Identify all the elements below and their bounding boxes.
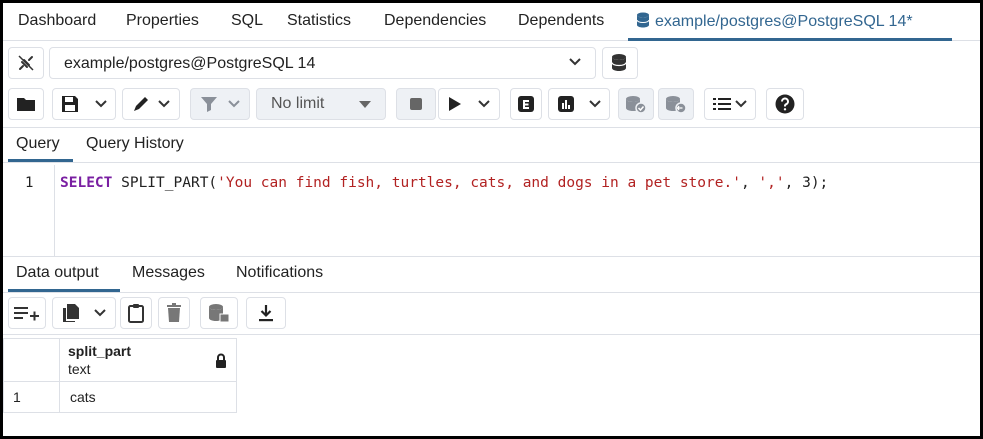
sql-code-line: SELECT SPLIT_PART('You can find fish, tu… bbox=[60, 175, 828, 191]
sql-function: SPLIT_PART( bbox=[112, 175, 218, 191]
sql-editor[interactable]: 1 SELECT SPLIT_PART('You can find fish, … bbox=[3, 165, 980, 257]
tab-dashboard[interactable]: Dashboard bbox=[18, 12, 96, 30]
disconnected-plug-icon bbox=[18, 55, 34, 71]
sql-keyword: SELECT bbox=[60, 175, 113, 191]
open-file-button[interactable] bbox=[8, 88, 44, 120]
active-tab-indicator bbox=[628, 38, 952, 41]
divider bbox=[3, 256, 980, 257]
chevron-down-icon bbox=[95, 100, 107, 108]
lock-icon bbox=[216, 353, 226, 368]
copy-icon bbox=[63, 304, 79, 322]
commit-button[interactable] bbox=[618, 88, 654, 120]
tab-query-tool[interactable]: example/postgres@PostgreSQL 14* bbox=[636, 12, 913, 31]
divider bbox=[3, 292, 980, 293]
column-type: text bbox=[68, 361, 91, 377]
divider bbox=[3, 162, 980, 163]
tab-properties[interactable]: Properties bbox=[126, 12, 199, 30]
grid-corner-cell[interactable] bbox=[3, 338, 60, 382]
caret-down-icon bbox=[359, 101, 371, 108]
row-number: 1 bbox=[13, 389, 21, 405]
line-number: 1 bbox=[25, 175, 34, 191]
tab-dependencies[interactable]: Dependencies bbox=[384, 12, 486, 30]
sql-tail: , 3); bbox=[784, 175, 829, 191]
macros-menu-button[interactable] bbox=[704, 88, 756, 120]
line-gutter: 1 bbox=[3, 165, 55, 257]
chevron-down-icon bbox=[158, 100, 170, 108]
sql-separator: , bbox=[740, 175, 759, 191]
column-name: split_part bbox=[68, 343, 132, 359]
save-file-button[interactable] bbox=[52, 88, 116, 120]
filter-button[interactable] bbox=[190, 88, 250, 120]
chevron-down-icon bbox=[478, 100, 490, 108]
sql-string-literal: 'You can find fish, turtles, cats, and d… bbox=[217, 175, 741, 191]
tab-query-history[interactable]: Query History bbox=[86, 135, 184, 153]
chevron-down-icon bbox=[735, 100, 747, 108]
row-limit-select[interactable]: No limit bbox=[256, 88, 386, 120]
connection-select-value: example/postgres@PostgreSQL 14 bbox=[64, 55, 316, 72]
sql-delimiter-literal: ',' bbox=[758, 175, 785, 191]
tab-statistics[interactable]: Statistics bbox=[287, 12, 351, 30]
new-connection-button[interactable] bbox=[602, 47, 638, 79]
row-number-cell[interactable]: 1 bbox=[3, 381, 60, 413]
table-cell[interactable]: cats bbox=[59, 381, 237, 413]
chevron-down-icon bbox=[589, 100, 601, 108]
tab-data-output[interactable]: Data output bbox=[16, 264, 99, 282]
chevron-down-icon bbox=[228, 100, 240, 108]
execute-button[interactable] bbox=[438, 88, 500, 120]
save-icon bbox=[62, 96, 78, 112]
chart-icon bbox=[558, 96, 574, 112]
add-row-icon bbox=[14, 307, 39, 321]
database-icon bbox=[636, 12, 650, 28]
divider bbox=[3, 127, 980, 128]
main-tab-bar: Dashboard Properties SQL Statistics Depe… bbox=[3, 3, 980, 41]
explain-button[interactable] bbox=[510, 88, 542, 120]
chevron-down-icon bbox=[569, 58, 581, 66]
save-data-button[interactable] bbox=[200, 297, 238, 329]
database-check-icon bbox=[626, 96, 647, 113]
explain-analyze-button[interactable] bbox=[548, 88, 610, 120]
explain-icon bbox=[518, 96, 534, 112]
database-add-icon bbox=[611, 54, 627, 71]
tab-query[interactable]: Query bbox=[16, 135, 60, 153]
cell-value: cats bbox=[70, 389, 96, 405]
database-save-icon bbox=[209, 304, 230, 323]
clipboard-icon bbox=[128, 304, 144, 323]
paste-button[interactable] bbox=[120, 297, 152, 329]
rollback-button[interactable] bbox=[658, 88, 694, 120]
download-icon bbox=[259, 305, 273, 322]
copy-button[interactable] bbox=[52, 297, 116, 329]
help-button[interactable] bbox=[766, 88, 804, 120]
connection-select[interactable]: example/postgres@PostgreSQL 14 bbox=[49, 47, 596, 79]
filter-icon bbox=[201, 97, 217, 112]
trash-icon bbox=[167, 303, 181, 322]
row-limit-value: No limit bbox=[271, 95, 325, 112]
divider bbox=[3, 334, 980, 335]
play-icon bbox=[449, 97, 461, 111]
cancel-query-button[interactable] bbox=[396, 88, 436, 120]
help-icon bbox=[775, 94, 795, 114]
folder-icon bbox=[17, 98, 35, 111]
chevron-down-icon bbox=[94, 309, 106, 317]
list-icon bbox=[713, 98, 731, 110]
pencil-icon bbox=[134, 97, 148, 111]
add-row-button[interactable] bbox=[8, 297, 46, 329]
delete-row-button[interactable] bbox=[158, 297, 190, 329]
download-button[interactable] bbox=[246, 297, 286, 329]
query-tool-window: Dashboard Properties SQL Statistics Depe… bbox=[3, 3, 980, 436]
connection-status-button[interactable] bbox=[8, 47, 44, 79]
column-header[interactable]: split_part text bbox=[59, 338, 237, 382]
tab-dependents[interactable]: Dependents bbox=[518, 12, 604, 30]
tab-sql[interactable]: SQL bbox=[231, 12, 263, 30]
tab-query-tool-label: example/postgres@PostgreSQL 14* bbox=[655, 13, 913, 30]
stop-icon bbox=[410, 98, 422, 110]
tab-notifications[interactable]: Notifications bbox=[236, 264, 323, 282]
tab-messages[interactable]: Messages bbox=[132, 264, 205, 282]
edit-menu-button[interactable] bbox=[122, 88, 180, 120]
database-undo-icon bbox=[666, 96, 687, 113]
